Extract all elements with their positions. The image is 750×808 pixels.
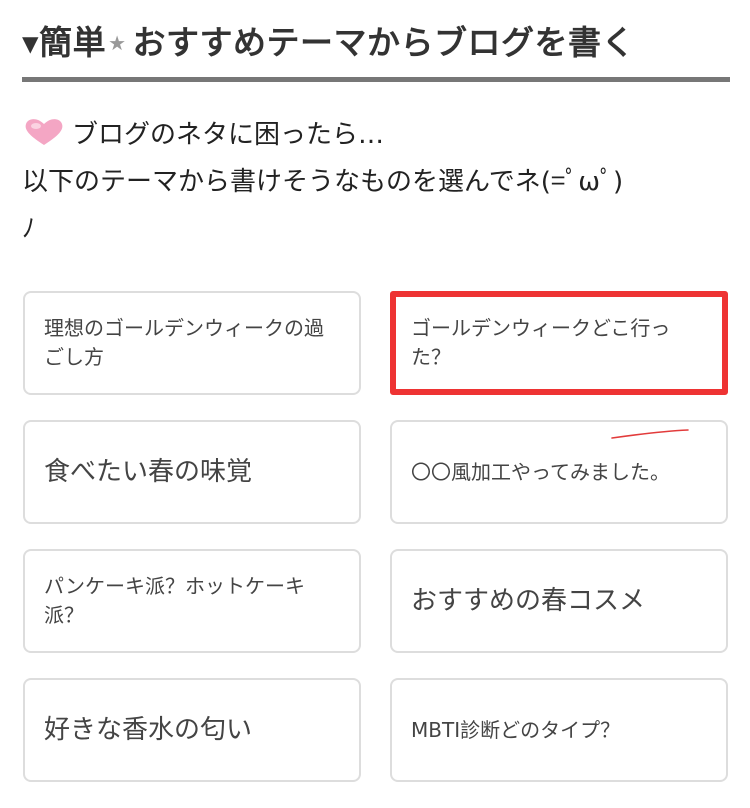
theme-label: おすすめの春コスメ: [411, 586, 646, 616]
theme-grid: 理想のゴールデンウィークの過ごし方 ゴールデンウィークどこ行った？ 食べたい春の…: [23, 291, 730, 786]
theme-label: 理想のゴールデンウィークの過ごし方: [44, 316, 324, 369]
theme-label: 好きな香水の匂い: [44, 715, 253, 745]
theme-card[interactable]: おすすめの春コスメ: [390, 549, 728, 653]
star-icon: ★: [108, 31, 127, 55]
theme-card[interactable]: 理想のゴールデンウィークの過ごし方: [23, 291, 361, 395]
theme-card-highlighted[interactable]: ゴールデンウィークどこ行った？: [390, 291, 728, 395]
intro-text: ブログのネタに困ったら… 以下のテーマから書けそうなものを選んでネ(=ﾟωﾟ) …: [22, 112, 732, 253]
theme-label: 食べたい春の味覚: [44, 457, 253, 487]
theme-card[interactable]: 好きな香水の匂い: [23, 678, 361, 782]
heading-divider: [22, 77, 730, 82]
theme-label: ゴールデンウィークどこ行った？: [411, 316, 671, 369]
intro-line-2: 以下のテーマから書けそうなものを選んでネ(=ﾟωﾟ): [22, 167, 624, 197]
theme-label: MBTI診断どのタイプ？: [411, 717, 621, 742]
intro-line-1-text: ブログのネタに困ったら…: [72, 120, 385, 150]
page: ▾簡単 ★ おすすめテーマからブログを書く ブログのネタに困ったら… 以下のテー…: [0, 0, 750, 808]
section-heading: ▾簡単 ★ おすすめテーマからブログを書く: [22, 18, 730, 62]
theme-card[interactable]: MBTI診断どのタイプ？: [390, 678, 728, 782]
theme-card[interactable]: パンケーキ派？ホットケーキ派？: [23, 549, 361, 653]
theme-label: パンケーキ派？ホットケーキ派？: [44, 574, 305, 627]
heart-icon: [25, 119, 63, 145]
theme-card[interactable]: 食べたい春の味覚: [23, 420, 361, 524]
theme-label: 〇〇風加工やってみました。: [411, 459, 670, 484]
heading-title: おすすめテーマからブログを書く: [132, 23, 636, 62]
intro-line-3: ﾉ: [22, 214, 36, 244]
red-pen-stroke: [611, 429, 689, 439]
heading-prefix: ▾簡単: [22, 23, 107, 62]
intro-line-1: ブログのネタに困ったら…: [22, 112, 732, 159]
